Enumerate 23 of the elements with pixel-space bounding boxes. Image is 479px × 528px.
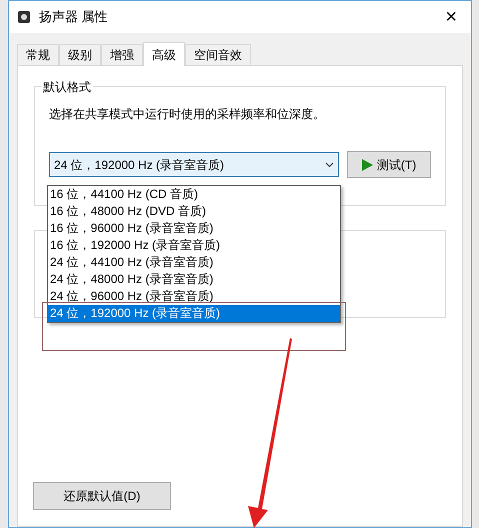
format-dropdown[interactable]: 24 位，192000 Hz (录音室音质) (49, 152, 340, 177)
tab[interactable]: 常规 (17, 44, 59, 65)
group-title: 默认格式 (41, 78, 93, 96)
restore-button[interactable]: 还原默认值(D) (33, 482, 171, 510)
test-button[interactable]: 测试(T) (347, 151, 431, 178)
tab[interactable]: 增强 (101, 44, 143, 65)
tab[interactable]: 空间音效 (185, 44, 251, 65)
dropdown-option[interactable]: 24 位，192000 Hz (录音室音质) (48, 305, 340, 322)
dropdown-option[interactable]: 16 位，192000 Hz (录音室音质) (48, 237, 340, 254)
dropdown-option[interactable]: 24 位，48000 Hz (录音室音质) (48, 271, 340, 288)
speaker-icon (17, 10, 31, 24)
dropdown-option[interactable]: 16 位，96000 Hz (录音室音质) (48, 220, 340, 237)
tab[interactable]: 级别 (59, 44, 101, 65)
description: 选择在共享模式中运行时使用的采样频率和位深度。 (49, 106, 326, 123)
dropdown-option[interactable]: 16 位，44100 Hz (CD 音质) (48, 186, 340, 203)
chevron-down-icon (325, 162, 334, 168)
close-button[interactable]: × (439, 7, 463, 27)
dropdown-option[interactable]: 24 位，96000 Hz (录音室音质) (48, 288, 340, 305)
dropdown-option[interactable]: 24 位，44100 Hz (录音室音质) (48, 254, 340, 271)
dropdown-option[interactable]: 16 位，48000 Hz (DVD 音质) (48, 203, 340, 220)
window-title: 扬声器 属性 (39, 8, 108, 26)
tab[interactable]: 高级 (143, 42, 185, 66)
play-icon (362, 158, 373, 170)
